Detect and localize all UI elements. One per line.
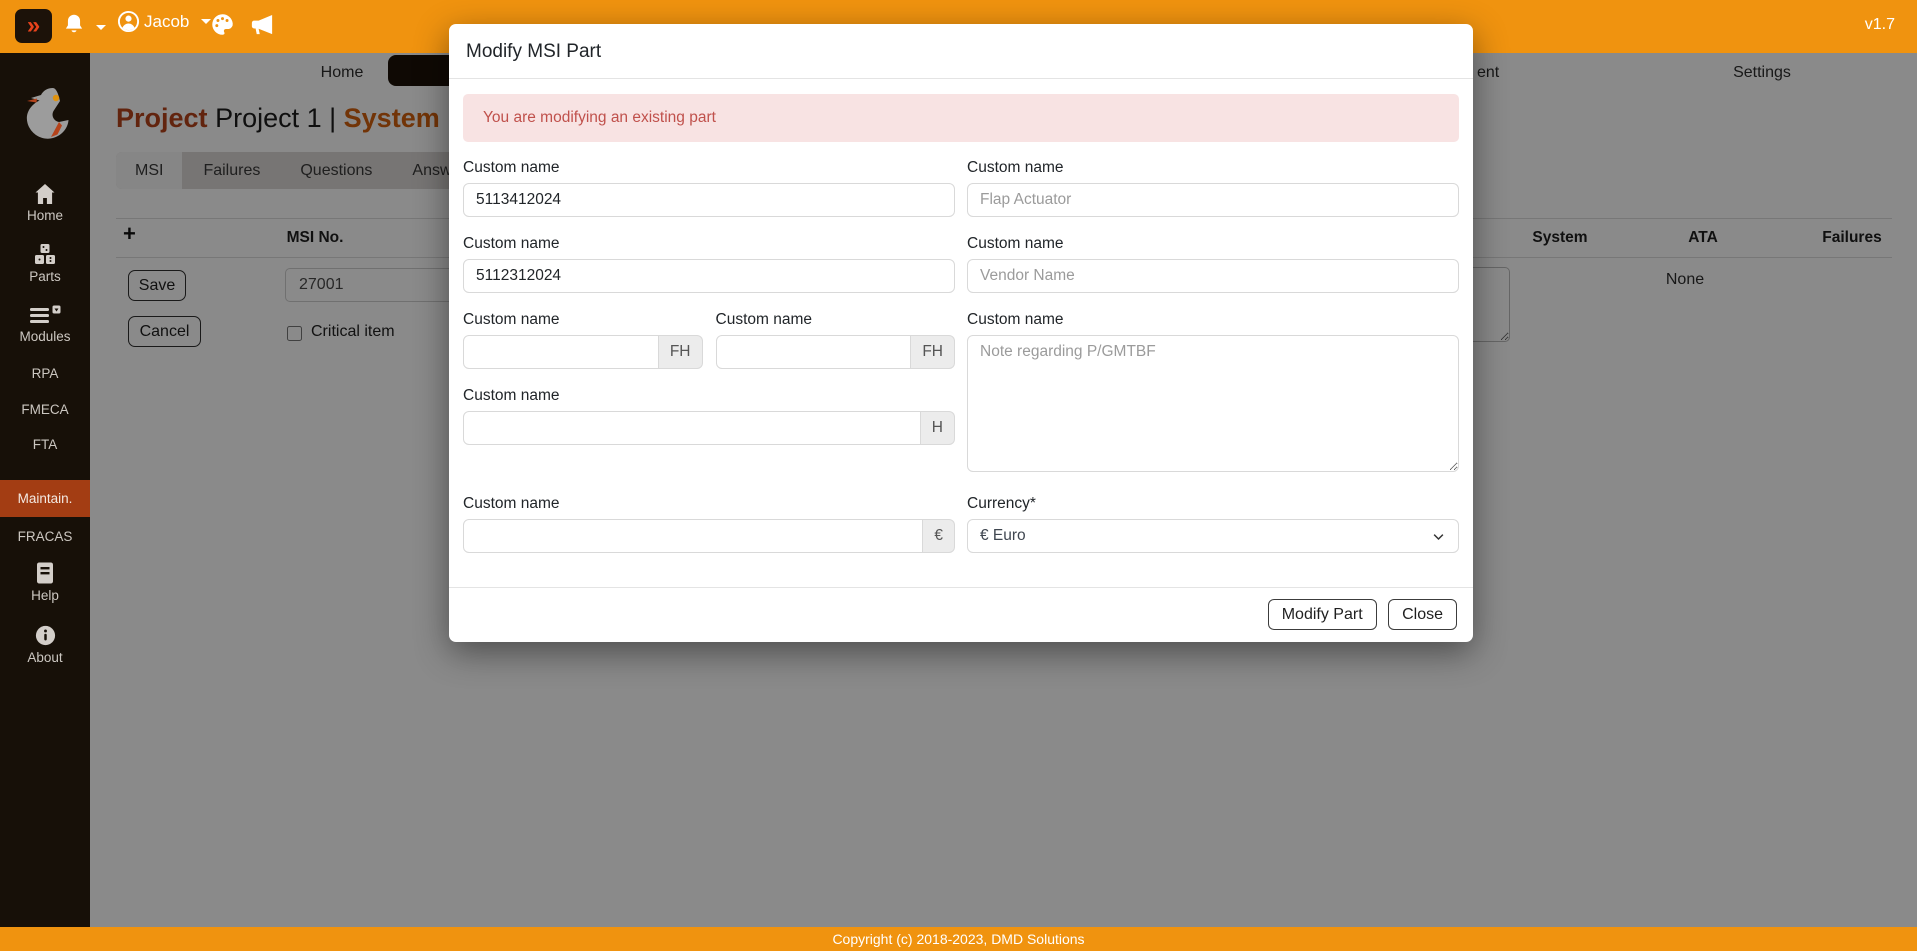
parts-icon <box>33 243 57 266</box>
theme-button[interactable] <box>210 12 235 40</box>
warning-alert: You are modifying an existing part <box>463 94 1459 142</box>
cost-input[interactable] <box>463 519 923 553</box>
sidebar-item-label: Home <box>27 208 63 223</box>
modules-icon <box>30 305 61 326</box>
part-number-2-input[interactable] <box>463 259 955 293</box>
sidebar-item-label: RPA <box>32 366 59 381</box>
sidebar-item-rpa[interactable]: RPA <box>0 366 90 381</box>
field-label: Custom name <box>463 493 955 514</box>
field-label: Currency* <box>967 493 1459 514</box>
note-textarea[interactable] <box>967 335 1459 472</box>
home-icon <box>33 183 57 205</box>
sidebar-item-modules[interactable]: Modules <box>0 305 90 344</box>
sidebar-item-help[interactable]: Help <box>0 561 90 603</box>
field-part-name: Custom name <box>967 157 1459 217</box>
sidebar-item-label: Parts <box>29 269 61 284</box>
currency-select[interactable]: € Euro <box>967 519 1459 553</box>
sidebar-item-fmeca[interactable]: FMECA <box>0 402 90 417</box>
modify-msi-part-modal: Modify MSI Part You are modifying an exi… <box>449 24 1473 642</box>
field-fh-2: Custom name FH <box>716 309 956 369</box>
sidebar-item-fta[interactable]: FTA <box>0 437 90 452</box>
h-input[interactable] <box>463 411 921 445</box>
field-label: Custom name <box>463 233 955 254</box>
modal-title: Modify MSI Part <box>449 24 1473 79</box>
chevron-down-icon <box>1431 529 1446 544</box>
app-version: v1.7 <box>1865 16 1895 34</box>
fh-unit-addon: FH <box>659 335 703 369</box>
field-vendor-name: Custom name <box>967 233 1459 293</box>
sidebar: Home Parts Modules RPA FMECA FTA Maintai <box>0 53 90 927</box>
field-label: Custom name <box>463 385 955 406</box>
field-label: Custom name <box>463 157 955 178</box>
field-h: Custom name H <box>463 385 955 445</box>
sidebar-item-label: Modules <box>19 329 70 344</box>
euro-unit-addon: € <box>923 519 955 553</box>
notifications-button[interactable] <box>61 11 87 42</box>
palette-icon <box>210 12 235 37</box>
sidebar-item-label: Help <box>31 588 59 603</box>
h-unit-addon: H <box>921 411 955 445</box>
sidebar-item-about[interactable]: About <box>0 624 90 665</box>
part-number-input[interactable] <box>463 183 955 217</box>
field-hours-group: Custom name FH Custom name FH <box>463 309 955 477</box>
sidebar-item-label: FMECA <box>21 402 68 417</box>
sidebar-item-label: Maintain. <box>18 491 73 506</box>
field-part-number-2: Custom name <box>463 233 955 293</box>
part-name-input[interactable] <box>967 183 1459 217</box>
sidebar-toggle-button[interactable]: » <box>15 9 52 43</box>
bell-icon <box>61 11 87 39</box>
sidebar-item-maintain[interactable]: Maintain. <box>0 480 90 517</box>
fh-2-input[interactable] <box>716 335 912 369</box>
user-avatar-icon <box>117 10 140 33</box>
currency-selected-value: € Euro <box>980 527 1026 545</box>
copyright-text: Copyright (c) 2018-2023, DMD Solutions <box>832 931 1084 947</box>
footer: Copyright (c) 2018-2023, DMD Solutions <box>0 927 1917 951</box>
info-icon <box>34 624 57 647</box>
robin-bird-logo <box>15 85 75 148</box>
megaphone-icon <box>248 11 276 38</box>
sidebar-item-label: About <box>27 650 62 665</box>
caret-down-icon[interactable] <box>96 25 106 30</box>
sidebar-item-label: FRACAS <box>18 529 73 544</box>
sidebar-item-home[interactable]: Home <box>0 183 90 223</box>
user-name: Jacob <box>144 12 189 32</box>
field-note: Custom name <box>967 309 1459 477</box>
help-icon <box>34 561 56 585</box>
vendor-name-input[interactable] <box>967 259 1459 293</box>
close-button[interactable]: Close <box>1388 599 1457 630</box>
double-chevron-right-icon: » <box>27 12 40 39</box>
modify-part-button[interactable]: Modify Part <box>1268 599 1377 630</box>
field-label: Custom name <box>967 233 1459 254</box>
user-menu-button[interactable]: Jacob <box>117 10 211 33</box>
field-cost: Custom name € <box>463 493 955 553</box>
field-label: Custom name <box>967 309 1459 330</box>
sidebar-item-parts[interactable]: Parts <box>0 243 90 284</box>
fh-1-input[interactable] <box>463 335 659 369</box>
field-label: Custom name <box>716 309 956 330</box>
sidebar-item-label: FTA <box>33 437 58 452</box>
field-label: Custom name <box>463 309 703 330</box>
field-fh-1: Custom name FH <box>463 309 703 369</box>
modal-footer: Modify Part Close <box>449 587 1473 642</box>
sidebar-item-fracas[interactable]: FRACAS <box>0 529 90 544</box>
fh-unit-addon: FH <box>911 335 955 369</box>
field-currency: Currency* € Euro <box>967 493 1459 553</box>
field-label: Custom name <box>967 157 1459 178</box>
field-part-number-1: Custom name <box>463 157 955 217</box>
announcements-button[interactable] <box>248 11 276 41</box>
